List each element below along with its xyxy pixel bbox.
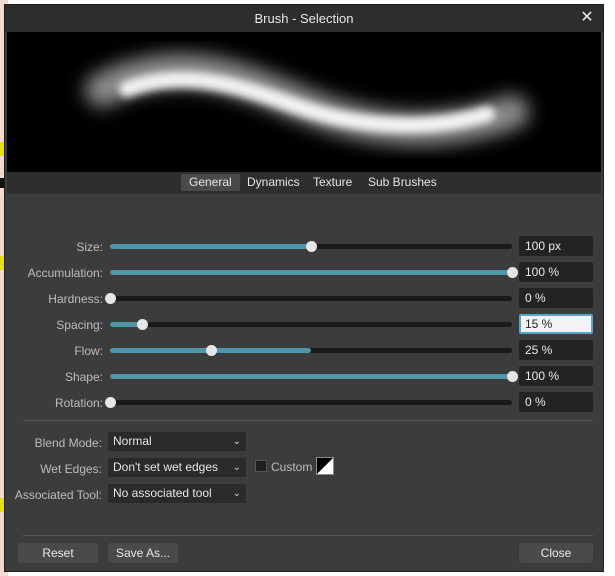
wet-edges-value: Don't set wet edges <box>113 460 219 474</box>
blend-mode-value: Normal <box>113 434 152 448</box>
associated-tool-label: Associated Tool: <box>14 488 102 502</box>
flow-slider-handle[interactable] <box>206 345 217 356</box>
tab-general[interactable]: General <box>181 174 240 191</box>
hardness-slider[interactable] <box>105 293 512 304</box>
tab-bar: General Dynamics Texture Sub Brushes <box>7 172 601 194</box>
section-divider <box>23 420 593 421</box>
wet-edge-profile-swatch[interactable] <box>316 457 334 475</box>
hardness-slider-handle[interactable] <box>105 293 116 304</box>
reset-button[interactable]: Reset <box>18 543 98 563</box>
custom-label: Custom <box>271 460 313 474</box>
shape-slider-fill <box>110 374 512 379</box>
size-label: Size: <box>76 240 103 254</box>
close-icon[interactable]: ✕ <box>577 7 597 29</box>
associated-tool-value: No associated tool <box>113 486 212 500</box>
brush-dialog: Brush - Selection ✕ General Dynamics Tex… <box>4 4 604 572</box>
save-as-button[interactable]: Save As... <box>108 543 178 563</box>
rotation-slider-handle[interactable] <box>105 397 116 408</box>
brush-stroke-preview <box>7 32 601 172</box>
chevron-down-icon: ⌄ <box>232 488 241 499</box>
flow-value-field[interactable]: 25 % <box>519 340 593 360</box>
tab-sub-brushes[interactable]: Sub Brushes <box>360 174 445 191</box>
close-button[interactable]: Close <box>519 543 593 563</box>
footer-divider <box>23 535 593 536</box>
hardness-value-field[interactable]: 0 % <box>519 288 593 308</box>
spacing-label: Spacing: <box>56 318 103 332</box>
title-bar[interactable]: Brush - Selection ✕ <box>5 5 603 32</box>
shape-slider[interactable] <box>110 371 518 382</box>
wet-edges-label: Wet Edges: <box>40 462 102 476</box>
tab-dynamics[interactable]: Dynamics <box>239 174 308 191</box>
chevron-down-icon: ⌄ <box>232 436 241 447</box>
hardness-label: Hardness: <box>48 292 103 306</box>
accumulation-slider-fill <box>110 270 512 275</box>
shape-label: Shape: <box>64 370 103 384</box>
blend-mode-label: Blend Mode: <box>34 436 102 450</box>
flow-label: Flow: <box>74 344 103 358</box>
wet-edges-select[interactable]: Don't set wet edges ⌄ <box>108 458 246 477</box>
brush-stroke-image <box>85 53 529 146</box>
spacing-value-field[interactable]: 15 % <box>519 314 593 334</box>
size-value-field[interactable]: 100 px <box>519 236 593 256</box>
accumulation-value-field[interactable]: 100 % <box>519 262 593 282</box>
blend-mode-select[interactable]: Normal ⌄ <box>108 432 246 451</box>
accumulation-slider[interactable] <box>110 267 518 278</box>
flow-slider[interactable] <box>110 345 512 356</box>
shape-value-field[interactable]: 100 % <box>519 366 593 386</box>
custom-checkbox[interactable] <box>255 460 267 472</box>
size-slider[interactable] <box>110 241 512 252</box>
spacing-slider[interactable] <box>110 319 512 330</box>
accumulation-slider-handle[interactable] <box>507 267 518 278</box>
shape-slider-handle[interactable] <box>507 371 518 382</box>
profile-curve-icon <box>317 458 333 474</box>
size-slider-handle[interactable] <box>306 241 317 252</box>
associated-tool-select[interactable]: No associated tool ⌄ <box>108 484 246 503</box>
size-slider-fill <box>110 244 311 249</box>
rotation-label: Rotation: <box>54 396 103 410</box>
spacing-slider-handle[interactable] <box>137 319 148 330</box>
rotation-slider[interactable] <box>105 397 512 408</box>
accumulation-label: Accumulation: <box>27 266 103 280</box>
rotation-value-field[interactable]: 0 % <box>519 392 593 412</box>
window-title: Brush - Selection <box>254 11 354 26</box>
tab-texture[interactable]: Texture <box>305 174 360 191</box>
chevron-down-icon: ⌄ <box>232 462 241 473</box>
